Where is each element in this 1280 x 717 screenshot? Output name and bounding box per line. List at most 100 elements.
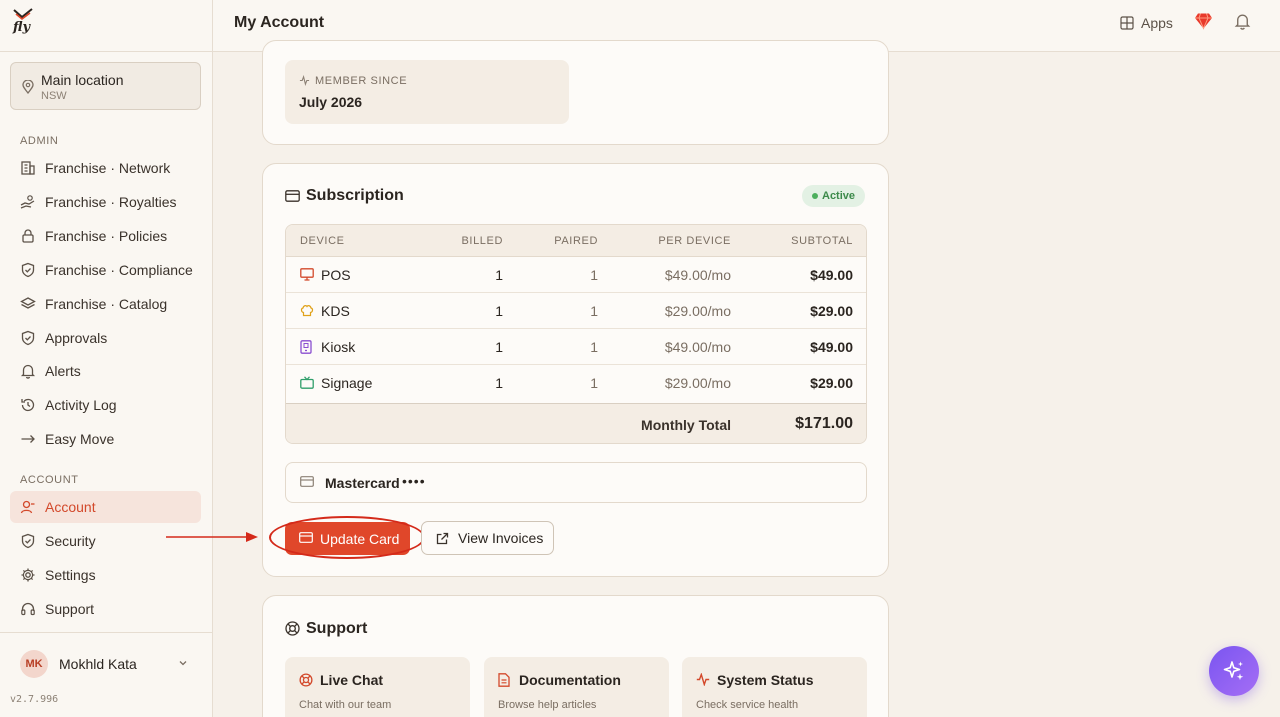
- sidebar-item-franchise-policies[interactable]: Franchise · Policies: [10, 220, 201, 252]
- tv-icon: [300, 376, 314, 389]
- user-menu[interactable]: MK Mokhld Kata: [10, 645, 201, 683]
- monthly-total-value: $171.00: [795, 415, 853, 432]
- row-subtotal: $49.00: [810, 267, 853, 283]
- card-number-mask: ••••: [402, 473, 426, 489]
- user-divider: [0, 632, 212, 633]
- device-name: POS: [321, 267, 351, 283]
- sidebar-item-label: Franchise · Compliance: [45, 262, 193, 278]
- live-chat-subtitle: Chat with our team: [299, 699, 392, 711]
- subscription-table: DEVICE BILLED PAIRED PER DEVICE SUBTOTAL…: [285, 224, 867, 444]
- sidebar-item-label: Activity Log: [45, 397, 117, 413]
- view-invoices-label: View Invoices: [458, 530, 544, 546]
- paired-count: 1: [590, 339, 598, 355]
- upgrade-gem-button[interactable]: [1194, 12, 1213, 30]
- sidebar-item-label: Security: [45, 533, 96, 549]
- monthly-total-label: Monthly Total: [641, 417, 731, 433]
- profile-card: MEMBER SINCE July 2026: [262, 40, 889, 145]
- section-label-admin: ADMIN: [20, 135, 59, 147]
- avatar: MK: [20, 650, 48, 678]
- sidebar-item-label: Settings: [45, 567, 96, 583]
- sparkles-icon: [1223, 661, 1244, 681]
- billed-count: 1: [495, 339, 503, 355]
- column-header-billed: BILLED: [461, 235, 503, 247]
- bell-icon: [1234, 14, 1251, 30]
- shield-icon: [21, 533, 35, 549]
- app-version: v2.7.996: [10, 694, 59, 705]
- sidebar-item-activity-log[interactable]: Activity Log: [10, 389, 201, 421]
- sidebar-item-label: Franchise · Policies: [45, 228, 168, 244]
- member-since-value: July 2026: [299, 94, 363, 110]
- sidebar-item-approvals[interactable]: Approvals: [10, 322, 201, 354]
- sidebar-item-label: Easy Move: [45, 431, 115, 447]
- table-row: Kiosk 1 1 $49.00/mo $49.00: [286, 329, 866, 365]
- logo-text: fly: [13, 20, 31, 35]
- building-icon: [21, 161, 35, 175]
- location-region: NSW: [41, 90, 67, 102]
- update-card-button[interactable]: Update Card: [285, 522, 410, 555]
- paired-count: 1: [590, 267, 598, 283]
- monthly-total-row: Monthly Total $171.00: [286, 403, 866, 443]
- layers-icon: [20, 297, 36, 309]
- sidebar-divider: [0, 51, 212, 52]
- billed-count: 1: [495, 375, 503, 391]
- sidebar-item-label: Alerts: [45, 363, 81, 379]
- lock-icon: [22, 229, 34, 243]
- credit-card-icon: [300, 476, 314, 487]
- sidebar-item-settings[interactable]: Settings: [10, 559, 201, 591]
- member-since-label: MEMBER SINCE: [315, 75, 408, 87]
- section-label-account: ACCOUNT: [20, 474, 79, 486]
- status-badge: Active: [802, 185, 866, 207]
- per-device-price: $49.00/mo: [664, 339, 731, 355]
- sidebar-item-franchise-compliance[interactable]: Franchise · Compliance: [10, 254, 201, 286]
- page-title: My Account: [234, 14, 325, 31]
- sidebar-item-label: Account: [45, 499, 96, 515]
- sidebar-item-franchise-network[interactable]: Franchise · Network: [10, 152, 201, 184]
- activity-icon: [696, 673, 710, 686]
- device-name: Kiosk: [321, 339, 356, 355]
- sidebar-item-franchise-royalties[interactable]: Franchise · Royalties: [10, 186, 201, 218]
- documentation-title: Documentation: [519, 672, 621, 688]
- document-icon: [498, 673, 510, 687]
- ai-assistant-button[interactable]: [1209, 646, 1259, 696]
- row-subtotal: $29.00: [810, 303, 853, 319]
- activity-icon: [299, 75, 310, 86]
- notifications-button[interactable]: [1234, 12, 1251, 30]
- member-since-box: MEMBER SINCE July 2026: [285, 60, 569, 124]
- live-chat-tile[interactable]: Live Chat Chat with our team: [285, 657, 470, 717]
- sidebar-item-label: Approvals: [45, 330, 108, 346]
- sidebar-item-account[interactable]: Account: [10, 491, 201, 523]
- billed-count: 1: [495, 267, 503, 283]
- billed-count: 1: [495, 303, 503, 319]
- shield-check-icon: [21, 330, 35, 346]
- chevron-down-icon: [179, 661, 187, 666]
- location-selector[interactable]: Main location NSW: [10, 62, 201, 110]
- history-icon: [21, 398, 35, 412]
- documentation-subtitle: Browse help articles: [498, 699, 597, 711]
- credit-card-icon: [299, 532, 313, 543]
- subscription-card: Subscription Active DEVICE BILLED PAIRED…: [262, 163, 889, 577]
- sidebar-item-support[interactable]: Support: [10, 593, 201, 625]
- payment-card-row: Mastercard ••••: [285, 462, 867, 503]
- device-name: Signage: [321, 375, 373, 391]
- status-dot: [812, 193, 818, 199]
- view-invoices-button[interactable]: View Invoices: [421, 521, 554, 555]
- sidebar-item-franchise-catalog[interactable]: Franchise · Catalog: [10, 288, 201, 320]
- apps-label: Apps: [1141, 15, 1173, 31]
- system-status-title: System Status: [717, 672, 814, 688]
- row-subtotal: $49.00: [810, 339, 853, 355]
- column-header-paired: PAIRED: [554, 235, 598, 247]
- gear-icon: [21, 568, 35, 582]
- system-status-tile[interactable]: System Status Check service health: [682, 657, 867, 717]
- row-subtotal: $29.00: [810, 375, 853, 391]
- sidebar-item-label: Franchise · Network: [45, 160, 171, 176]
- life-buoy-icon: [285, 621, 300, 636]
- sidebar-item-alerts[interactable]: Alerts: [10, 355, 201, 387]
- table-row: Signage 1 1 $29.00/mo $29.00: [286, 365, 866, 401]
- documentation-tile[interactable]: Documentation Browse help articles: [484, 657, 669, 717]
- arrow-right-icon: [21, 435, 35, 443]
- subscription-title: Subscription: [306, 187, 404, 204]
- grid-icon: [1120, 16, 1134, 30]
- column-header-per-device: PER DEVICE: [658, 235, 731, 247]
- sidebar-item-label: Franchise · Royalties: [45, 194, 177, 210]
- sidebar-item-easy-move[interactable]: Easy Move: [10, 423, 201, 455]
